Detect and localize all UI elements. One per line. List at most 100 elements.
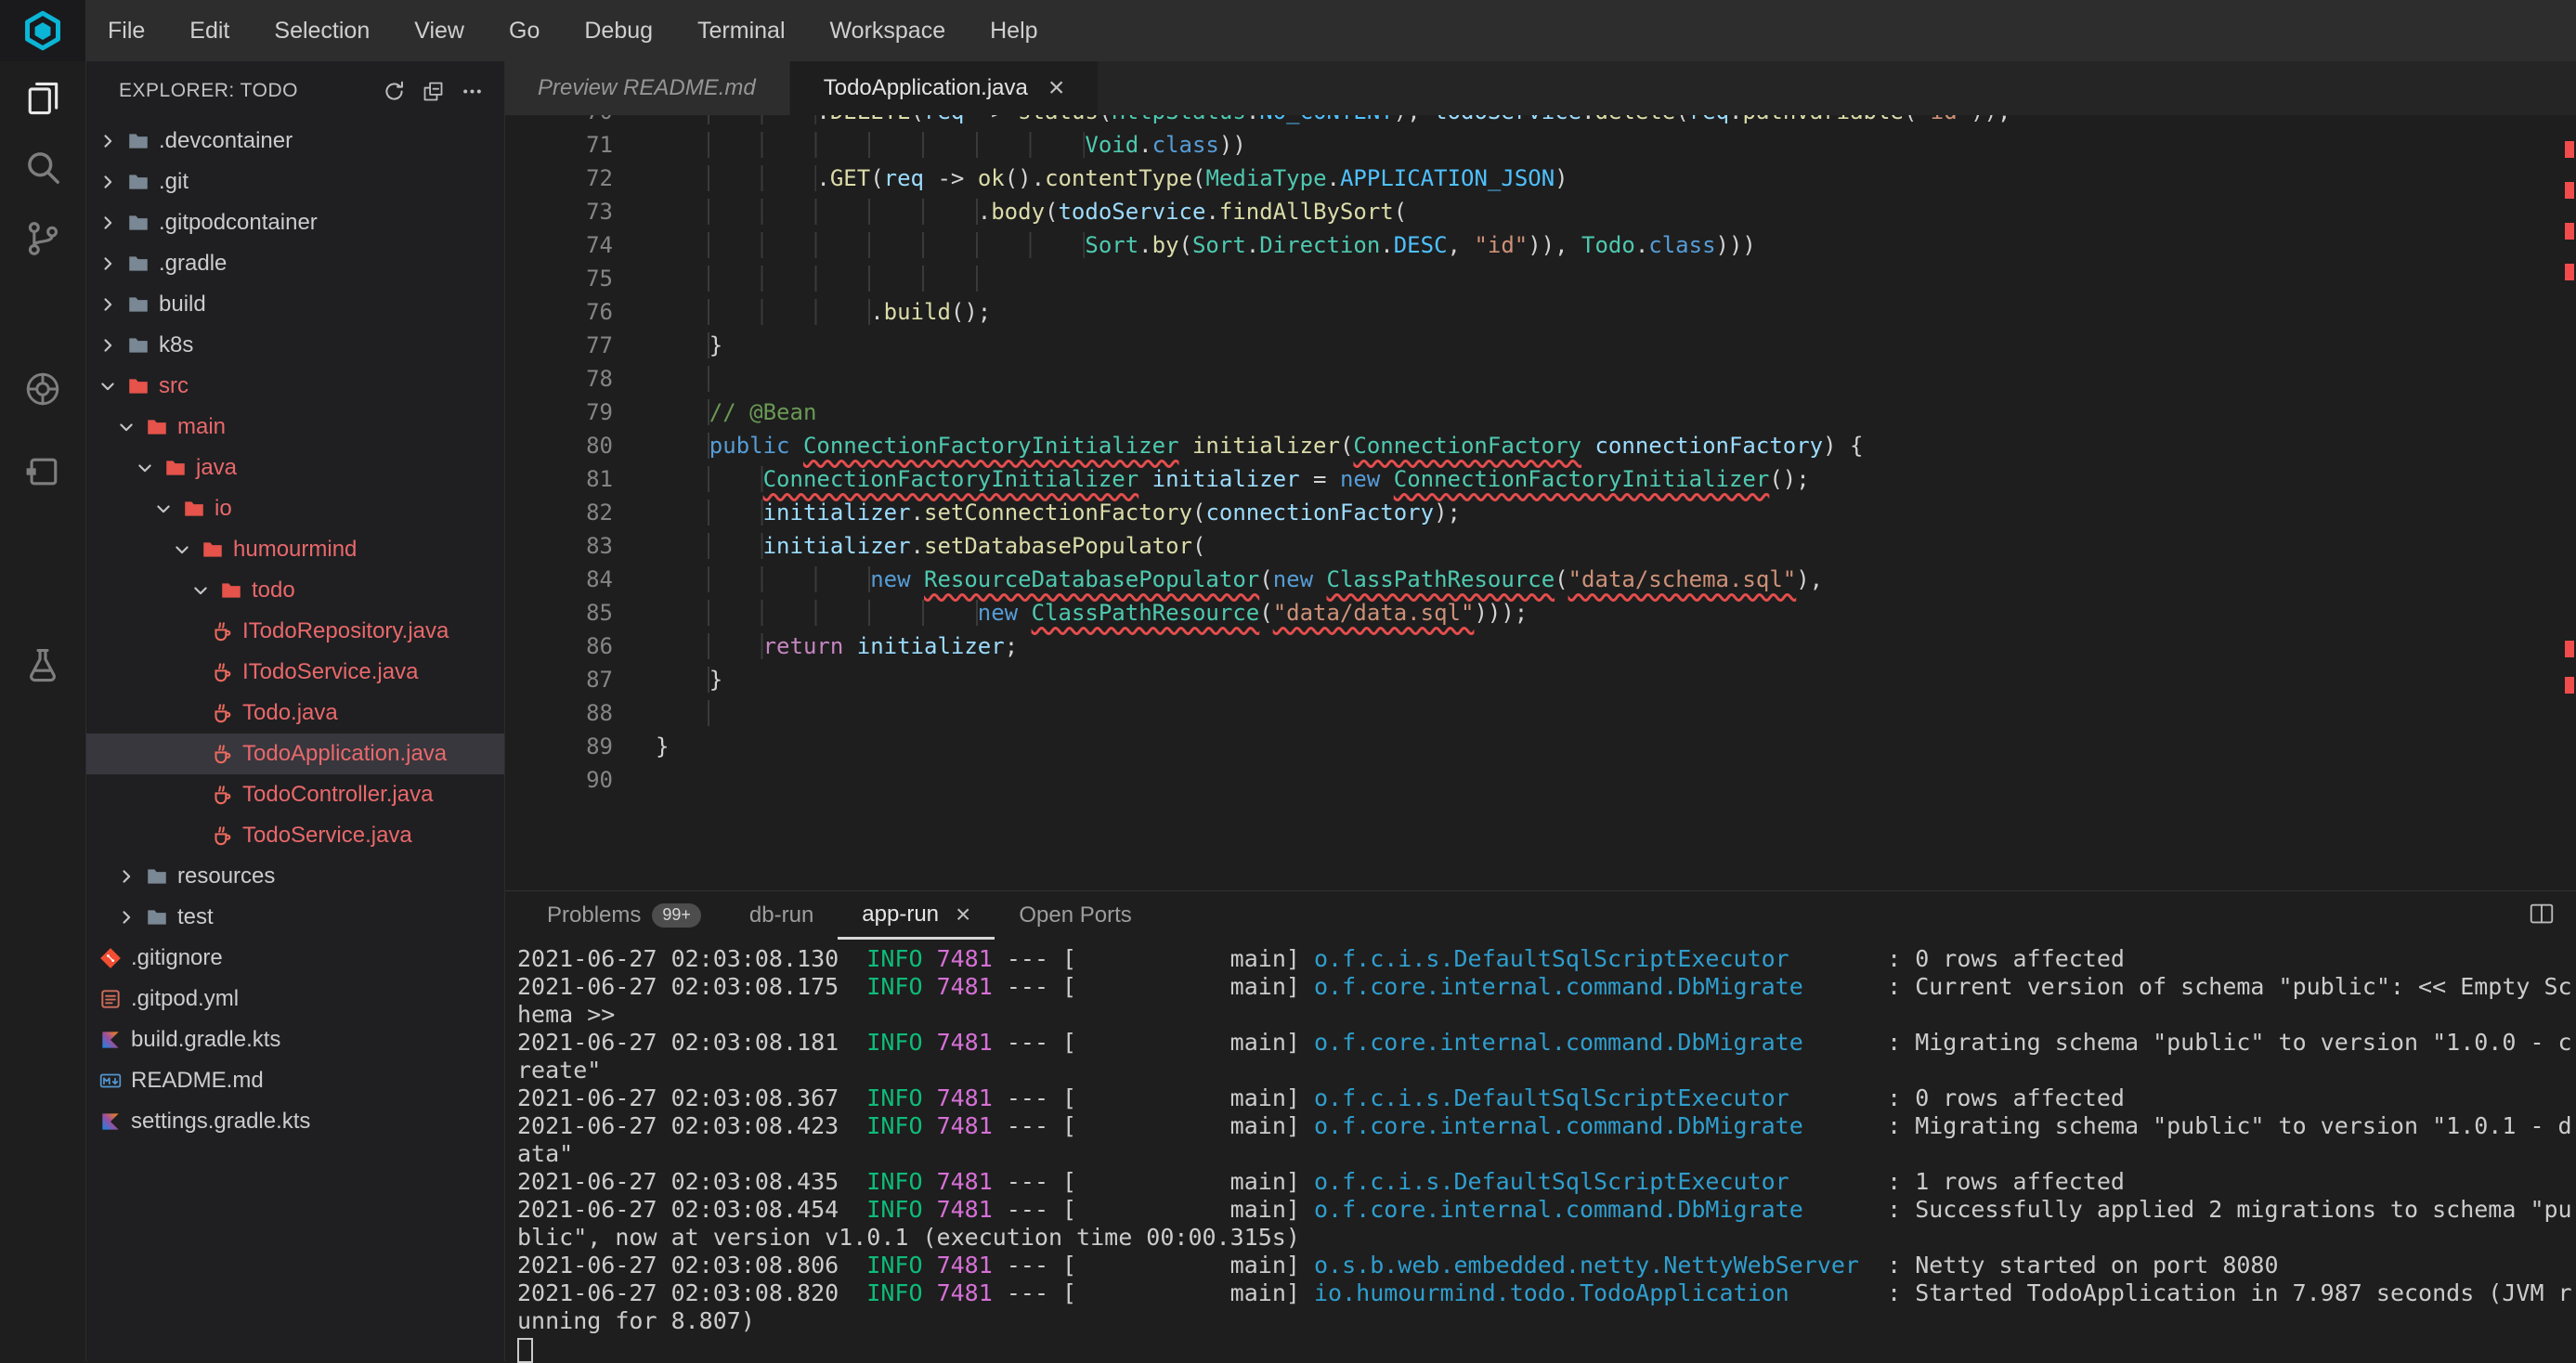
code-line[interactable]: new ClassPathResource("data/data.sql")))…: [656, 596, 2011, 630]
code-line[interactable]: [656, 262, 2011, 295]
files-icon[interactable]: [0, 66, 85, 131]
terminal-token: 2021-06-27 02:03:08.806: [517, 1252, 866, 1279]
refresh-icon[interactable]: [374, 71, 413, 110]
tree-item-label: src: [159, 373, 189, 399]
source-control-icon[interactable]: [0, 206, 85, 271]
code-line[interactable]: }: [656, 663, 2011, 696]
tree-item-label: .git: [159, 169, 189, 195]
tree-item[interactable]: build: [85, 284, 504, 325]
code-line[interactable]: .build();: [656, 295, 2011, 329]
code-line[interactable]: .GET(req -> ok().contentType(MediaType.A…: [656, 162, 2011, 195]
tree-item[interactable]: .gitpodcontainer: [85, 202, 504, 243]
tree-item[interactable]: ITodoRepository.java: [85, 611, 504, 652]
code-token: NO_CONTENT: [1259, 115, 1394, 124]
menu-item[interactable]: Debug: [562, 0, 675, 61]
code-line[interactable]: [656, 362, 2011, 396]
menu-item[interactable]: Terminal: [675, 0, 807, 61]
plugin-icon[interactable]: [0, 439, 85, 504]
panel-tab[interactable]: app-run×: [838, 891, 995, 940]
tree-item[interactable]: test: [85, 897, 504, 938]
panel-tab-close-icon[interactable]: ×: [956, 902, 970, 928]
panel-tab[interactable]: Open Ports: [995, 891, 1155, 940]
code-token: ),: [1394, 115, 1434, 124]
menu-item[interactable]: Edit: [167, 0, 252, 61]
tree-item[interactable]: .gradle: [85, 243, 504, 284]
code-line[interactable]: initializer.setConnectionFactory(connect…: [656, 496, 2011, 529]
target-icon[interactable]: [0, 357, 85, 422]
tree-item[interactable]: ITodoService.java: [85, 652, 504, 693]
tree-item[interactable]: TodoApplication.java: [85, 733, 504, 774]
tree-item[interactable]: main: [85, 407, 504, 448]
panel-tab[interactable]: Problems99+: [523, 891, 725, 940]
java-icon: [210, 824, 234, 848]
tree-item[interactable]: resources: [85, 856, 504, 897]
tree-item[interactable]: src: [85, 366, 504, 407]
editor-tab[interactable]: Preview README.md: [504, 61, 790, 115]
menu-item[interactable]: View: [392, 0, 487, 61]
collapse-all-icon[interactable]: [413, 71, 452, 110]
menu-item[interactable]: Help: [968, 0, 1060, 61]
more-actions-icon[interactable]: [452, 71, 491, 110]
code-token: todoService: [1434, 115, 1581, 124]
terminal-token: --- [ main]: [993, 1279, 1314, 1306]
code-line[interactable]: // @Bean: [656, 396, 2011, 429]
chevron-right-icon: [98, 173, 126, 191]
tree-item[interactable]: todo: [85, 570, 504, 611]
flask-icon[interactable]: [0, 633, 85, 698]
code-line[interactable]: .body(todoService.findAllBySort(: [656, 195, 2011, 228]
code-line[interactable]: Sort.by(Sort.Direction.DESC, "id")), Tod…: [656, 228, 2011, 262]
tree-item[interactable]: .git: [85, 162, 504, 202]
tab-close-icon[interactable]: ×: [1048, 74, 1065, 102]
tree-item[interactable]: java: [85, 448, 504, 488]
tree-item[interactable]: README.md: [85, 1060, 504, 1101]
tree-item[interactable]: TodoController.java: [85, 774, 504, 815]
tree-item[interactable]: Todo.java: [85, 693, 504, 733]
panel-layout-icon[interactable]: [2528, 900, 2556, 932]
code-line[interactable]: [656, 696, 2011, 730]
search-icon[interactable]: [0, 135, 85, 200]
code-line[interactable]: Void.class)): [656, 128, 2011, 162]
tree-item[interactable]: .gitpod.yml: [85, 979, 504, 1019]
code-token: ConnectionFactoryInitializer: [1394, 466, 1770, 492]
problems-count-badge: 99+: [652, 903, 701, 928]
kotlin-icon: [98, 1028, 123, 1052]
terminal-token: 7481: [937, 1029, 993, 1056]
code-token: .: [1581, 115, 1594, 124]
code-line[interactable]: public ConnectionFactoryInitializer init…: [656, 429, 2011, 462]
tree-item[interactable]: k8s: [85, 325, 504, 366]
code-line[interactable]: ConnectionFactoryInitializer initializer…: [656, 462, 2011, 496]
folder-icon: [182, 497, 206, 521]
chevron-right-icon: [98, 214, 126, 232]
code-line[interactable]: return initializer;: [656, 630, 2011, 663]
editor-tab[interactable]: TodoApplication.java×: [790, 61, 1099, 115]
code-token: [1179, 433, 1192, 459]
tree-item[interactable]: TodoService.java: [85, 815, 504, 856]
code-line[interactable]: new ResourceDatabasePopulator(new ClassP…: [656, 563, 2011, 596]
terminal[interactable]: 2021-06-27 02:03:08.130 INFO 7481 --- [ …: [504, 940, 2576, 1363]
terminal-token: --- [ main]: [993, 1112, 1314, 1139]
menu-item[interactable]: Selection: [252, 0, 392, 61]
code-line[interactable]: .DELETE(req -> status(HttpStatus.NO_CONT…: [656, 115, 2011, 128]
tree-item[interactable]: humourmind: [85, 529, 504, 570]
tree-item[interactable]: build.gradle.kts: [85, 1019, 504, 1060]
tree-item[interactable]: io: [85, 488, 504, 529]
tree-item[interactable]: .devcontainer: [85, 121, 504, 162]
overview-ruler[interactable]: [2563, 115, 2576, 890]
code-line[interactable]: }: [656, 730, 2011, 763]
code-token: (: [1259, 600, 1272, 626]
terminal-line: 2021-06-27 02:03:08.454 INFO 7481 --- [ …: [517, 1196, 2576, 1224]
code-line[interactable]: [656, 763, 2011, 797]
terminal-line: 2021-06-27 02:03:08.181 INFO 7481 --- [ …: [517, 1029, 2576, 1057]
menu-item[interactable]: Workspace: [808, 0, 969, 61]
code-token: );: [1434, 500, 1461, 526]
code-line[interactable]: }: [656, 329, 2011, 362]
code-editor[interactable]: 7071727374757677787980818283848586878889…: [504, 115, 2576, 890]
menu-item[interactable]: File: [85, 0, 167, 61]
menu-item[interactable]: Go: [487, 0, 562, 61]
code-line[interactable]: initializer.setDatabasePopulator(: [656, 529, 2011, 563]
tree-item[interactable]: settings.gradle.kts: [85, 1101, 504, 1142]
code-token: Sort: [1192, 232, 1246, 258]
tree-item[interactable]: .gitignore: [85, 938, 504, 979]
panel-tab[interactable]: db-run: [725, 891, 838, 940]
code-token: ();: [951, 299, 991, 325]
